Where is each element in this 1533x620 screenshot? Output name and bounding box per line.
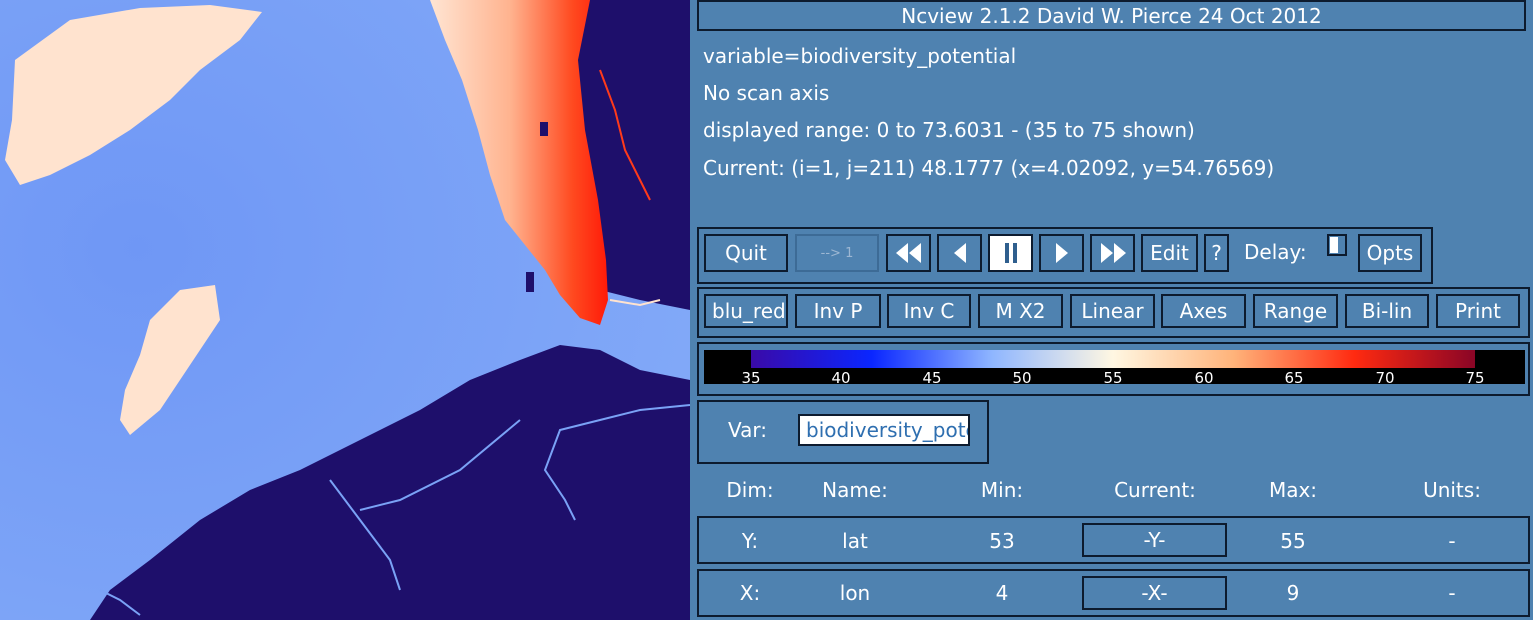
- goto-first-button[interactable]: --> 1: [795, 234, 879, 272]
- colorbar-tick: 60: [1194, 369, 1214, 387]
- min-header: Min:: [980, 478, 1024, 502]
- step-back-button[interactable]: [937, 234, 982, 272]
- delay-label: Delay:: [1244, 240, 1307, 264]
- land-spot: [540, 122, 548, 136]
- dim-header: Dim:: [726, 478, 774, 502]
- colorbar-tick: 75: [1465, 369, 1485, 387]
- dim-x-name: lon: [839, 581, 871, 605]
- axes-button[interactable]: Axes: [1161, 294, 1246, 328]
- colorbar-tick: 50: [1012, 369, 1032, 387]
- invert-colormap-button[interactable]: Inv C: [887, 294, 971, 328]
- dim-x-max: 9: [1286, 581, 1300, 605]
- map-image[interactable]: [0, 0, 690, 620]
- colorbar-tick: 70: [1375, 369, 1395, 387]
- control-panel: Ncview 2.1.2 David W. Pierce 24 Oct 2012…: [690, 0, 1533, 620]
- rewind-button[interactable]: [886, 234, 931, 272]
- dim-y-current-button[interactable]: -Y-: [1082, 523, 1227, 557]
- dim-y-min: 53: [989, 529, 1015, 553]
- variable-selector-button[interactable]: biodiversity_potential: [798, 414, 970, 446]
- fast-forward-icon: [1100, 243, 1126, 263]
- colorbar-gradient: [751, 350, 1475, 368]
- units-header: Units:: [1423, 478, 1481, 502]
- dim-x-current-button[interactable]: -X-: [1082, 576, 1227, 610]
- max-header: Max:: [1268, 478, 1318, 502]
- colorbar-tick: 35: [741, 369, 761, 387]
- pause-button[interactable]: [988, 234, 1033, 272]
- invert-physical-button[interactable]: Inv P: [795, 294, 881, 328]
- pause-icon: [1004, 243, 1017, 263]
- interpolation-button[interactable]: Bi-lin: [1345, 294, 1429, 328]
- var-label: Var:: [728, 418, 767, 442]
- current-info: Current: (i=1, j=211) 48.1777 (x=4.02092…: [703, 156, 1275, 180]
- fast-rewind-icon: [895, 243, 921, 263]
- dim-y-label: Y:: [741, 529, 759, 553]
- transform-button[interactable]: Linear: [1070, 294, 1155, 328]
- magnification-button[interactable]: M X2: [978, 294, 1063, 328]
- dim-x-units: -: [1448, 581, 1456, 605]
- window-title: Ncview 2.1.2 David W. Pierce 24 Oct 2012: [697, 0, 1526, 31]
- map-view[interactable]: [0, 0, 690, 620]
- land-spot: [526, 272, 534, 292]
- range-info: displayed range: 0 to 73.6031 - (35 to 7…: [703, 118, 1195, 142]
- step-forward-icon: [1055, 243, 1068, 263]
- dim-y-max: 55: [1280, 529, 1306, 553]
- help-button[interactable]: ?: [1204, 234, 1229, 272]
- opts-button[interactable]: Opts: [1358, 234, 1422, 272]
- delay-slider[interactable]: [1327, 234, 1347, 256]
- range-button[interactable]: Range: [1253, 294, 1338, 328]
- step-back-icon: [953, 243, 966, 263]
- print-button[interactable]: Print: [1436, 294, 1520, 328]
- dim-y-name: lat: [842, 529, 868, 553]
- dim-x-label: X:: [739, 581, 761, 605]
- colorbar-tick: 45: [922, 369, 942, 387]
- colorbar-tick: 40: [831, 369, 851, 387]
- colorbar-tick: 55: [1103, 369, 1123, 387]
- dim-x-min: 4: [995, 581, 1009, 605]
- colormap-button[interactable]: blu_red: [704, 294, 788, 328]
- scan-axis-info: No scan axis: [703, 81, 830, 105]
- fast-forward-button[interactable]: [1090, 234, 1135, 272]
- delay-slider-thumb[interactable]: [1330, 237, 1338, 253]
- colorbar-tick: 65: [1284, 369, 1304, 387]
- step-forward-button[interactable]: [1039, 234, 1084, 272]
- variable-info: variable=biodiversity_potential: [703, 44, 1017, 68]
- current-header: Current:: [1114, 478, 1196, 502]
- name-header: Name:: [822, 478, 888, 502]
- edit-button[interactable]: Edit: [1141, 234, 1198, 272]
- quit-button[interactable]: Quit: [704, 234, 788, 272]
- dim-y-units: -: [1448, 529, 1456, 553]
